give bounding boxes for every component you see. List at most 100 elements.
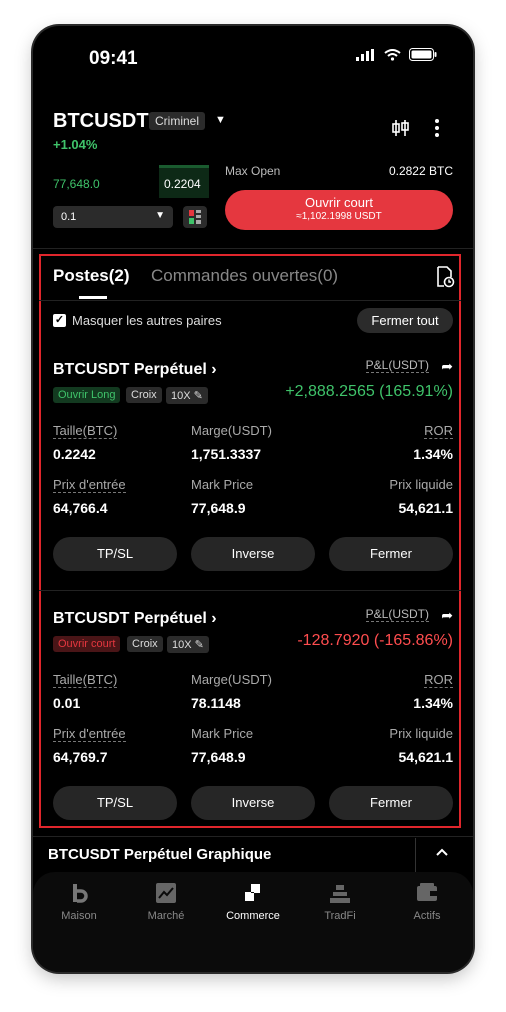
nav-item-tradfi[interactable]: TradFi [296,882,384,922]
ror-label: ROR [424,672,453,688]
edit-icon: ✎ [193,390,203,402]
orderbook-price[interactable]: 77,648.0 [53,177,100,191]
size-label: Taille(BTC) [53,672,118,688]
wifi-icon [384,48,401,61]
side-badge-short: Ouvrir court [53,636,121,652]
open-short-amount: ≈1,102.1998 USDT [296,211,382,222]
nav-label: TradFi [324,910,356,922]
nav-item-home[interactable]: Maison [35,882,123,922]
more-options-icon[interactable] [433,118,441,143]
share-icon[interactable]: ➦ [441,607,453,624]
reverse-button[interactable]: Inverse [191,537,315,571]
nav-item-assets[interactable]: Actifs [383,882,471,922]
pair-tag: Criminel [149,112,206,130]
max-open-label: Max Open [225,164,281,178]
pnl-value: -128.7920 (-165.86%) [297,632,453,649]
nav-label: Maison [61,910,97,922]
mark-price-value: 77,648.9 [191,749,246,765]
tab-active-indicator [79,296,107,299]
open-short-label: Ouvrir court [305,195,373,210]
leverage-badge[interactable]: 10X ✎ [167,636,209,653]
signal-icon [356,48,374,61]
ror-value: 1.34% [413,446,453,462]
tpsl-button[interactable]: TP/SL [53,537,177,571]
max-open-value: 0.2822 BTC [388,164,453,178]
side-badge-long: Ouvrir Long [53,387,121,403]
status-time: 09:41 [89,48,138,69]
leverage-badge[interactable]: 10X ✎ [166,387,208,404]
market-chart-icon [156,883,176,903]
entry-price-value: 64,769.7 [53,749,108,765]
mark-price-label: Mark Price [191,726,254,741]
share-icon[interactable]: ➦ [441,358,453,375]
liquidation-price-value: 54,621.1 [398,500,454,516]
margin-mode-badge: Croix [127,636,163,652]
orderbook-layout-icon [189,210,201,224]
chevron-right-icon: › [211,610,217,627]
wallet-icon [417,883,437,901]
nav-label: Marché [147,910,185,922]
nav-label: Commerce [226,910,280,922]
pair-title[interactable]: BTCUSDT [53,110,149,133]
tab-positions[interactable]: Postes(2) [53,266,130,286]
margin-value: 78.1148 [191,695,241,711]
chevron-up-icon[interactable] [435,844,449,860]
close-all-button[interactable]: Fermer tout [357,308,453,333]
margin-value: 1,751.3337 [191,446,262,462]
orderbook-qty: 0.2204 [164,177,201,191]
position-title-text: BTCUSDT Perpétuel [53,361,207,378]
nav-label: Actifs [413,910,441,922]
pnl-label: P&L(USDT) [365,358,429,373]
nav-item-trade[interactable]: Commerce [209,882,297,922]
chart-bar-separator [415,838,416,872]
tabs-divider [39,300,461,301]
tradfi-bars-icon [330,885,350,903]
margin-label: Marge(USDT) [191,423,272,438]
phone-frame: 09:41 BTCUSDT Criminel ▼ +1.04% 77,648.0… [33,26,473,972]
margin-mode-badge: Croix [126,387,162,403]
quantity-value: 0.1 [61,211,77,223]
chart-bar-label[interactable]: BTCUSDT Perpétuel Graphique [48,846,271,863]
chevron-right-icon: › [211,361,217,378]
pnl-value: +2,888.2565 (165.91%) [285,383,453,400]
ror-value: 1.34% [413,695,453,711]
tpsl-button[interactable]: TP/SL [53,786,177,820]
liquidation-price-label: Prix liquide [389,726,453,741]
position-divider [39,590,461,591]
mark-price-value: 77,648.9 [191,500,246,516]
size-value: 0.01 [53,695,81,711]
margin-label: Marge(USDT) [191,672,272,687]
chevron-down-icon: ▼ [155,210,165,221]
price-change: +1.04% [53,137,98,152]
entry-price-label: Prix d'entrée [53,477,126,493]
position-title[interactable]: BTCUSDT Perpétuel › [53,610,217,628]
leverage-value: 10X [171,390,191,402]
section-divider [33,248,473,249]
position-title[interactable]: BTCUSDT Perpétuel › [53,361,217,379]
liquidation-price-label: Prix liquide [389,477,453,492]
edit-icon: ✎ [194,639,204,651]
battery-icon [409,48,437,61]
mark-price-label: Mark Price [191,477,254,492]
orderbook-layout-button[interactable] [183,206,207,228]
leverage-value: 10X [172,639,192,651]
close-position-button[interactable]: Fermer [329,786,453,820]
position-title-text: BTCUSDT Perpétuel [53,610,207,627]
close-position-button[interactable]: Fermer [329,537,453,571]
reverse-button[interactable]: Inverse [191,786,315,820]
ror-label: ROR [424,423,453,439]
entry-price-label: Prix d'entrée [53,726,126,742]
size-label: Taille(BTC) [53,423,118,439]
nav-item-market[interactable]: Marché [122,882,210,922]
quantity-select[interactable]: 0.1 ▼ [53,206,173,228]
open-short-button[interactable]: Ouvrir court ≈1,102.1998 USDT [225,190,453,230]
tab-open-orders[interactable]: Commandes ouvertes(0) [151,266,338,286]
hide-other-pairs-label[interactable]: Masquer les autres paires [72,313,222,328]
candlestick-chart-icon[interactable] [391,118,411,143]
home-icon [73,884,88,903]
size-value: 0.2242 [53,446,96,462]
hide-other-pairs-checkbox[interactable]: ✓ [53,314,66,327]
pnl-label: P&L(USDT) [365,607,429,622]
order-history-icon[interactable] [435,266,455,293]
pair-dropdown-icon[interactable]: ▼ [215,114,226,126]
